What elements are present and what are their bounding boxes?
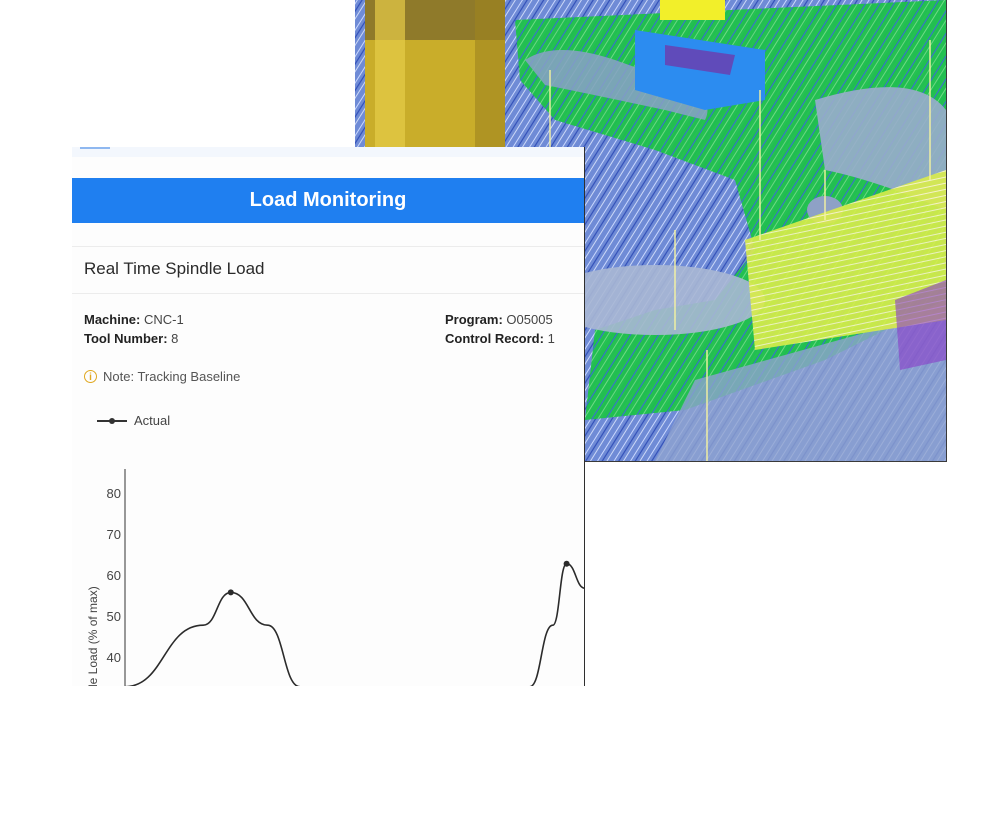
series-line-actual: [124, 591, 301, 686]
data-point: [563, 560, 570, 567]
y-tick-label: 70: [107, 527, 121, 542]
y-tick-label: 60: [107, 568, 121, 583]
spindle-load-chart: 40 50 60 70 80 le Load (% of max): [86, 469, 584, 686]
data-point: [227, 589, 234, 596]
series-line-actual: [529, 562, 584, 686]
load-monitoring-panel: Load Monitoring Real Time Spindle Load M…: [72, 147, 585, 686]
y-axis-label: le Load (% of max): [86, 586, 100, 686]
y-tick-label: 40: [107, 650, 121, 665]
y-tick-label: 50: [107, 609, 121, 624]
y-tick-label: 80: [107, 486, 121, 501]
